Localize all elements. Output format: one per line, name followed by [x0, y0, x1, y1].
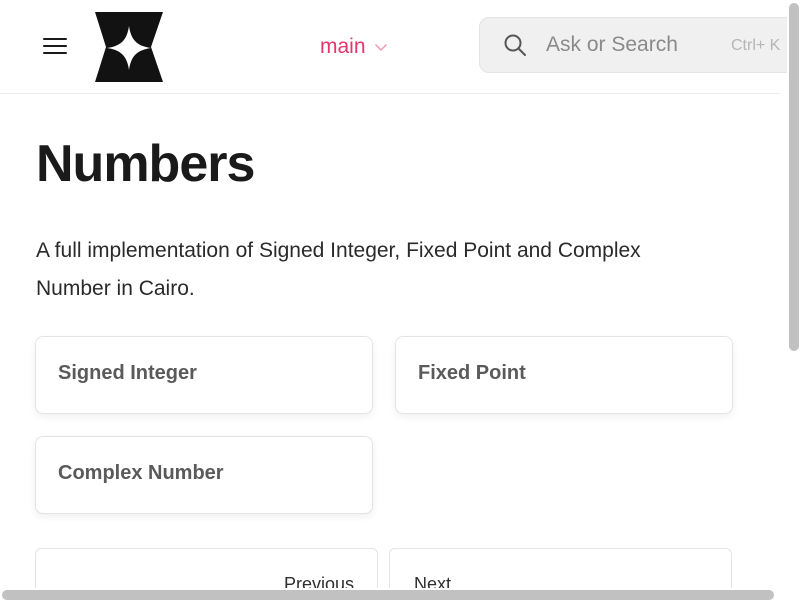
card-signed-integer[interactable]: Signed Integer — [35, 336, 373, 414]
hamburger-menu-icon[interactable] — [40, 34, 70, 60]
card-fixed-point[interactable]: Fixed Point — [395, 336, 733, 414]
page-title: Numbers — [36, 135, 255, 193]
horizontal-scrollbar-thumb[interactable] — [2, 590, 774, 600]
docs-page: main Ask or Search Ctrl+ K Numbers A ful… — [0, 0, 800, 600]
card-label: Fixed Point — [418, 362, 526, 384]
chevron-down-icon — [374, 43, 387, 52]
search-icon — [504, 34, 526, 56]
menu-line — [43, 38, 67, 40]
version-label: main — [320, 35, 366, 58]
version-selector[interactable]: main — [320, 33, 388, 61]
card-complex-number[interactable]: Complex Number — [35, 436, 373, 514]
four-point-star-logo[interactable] — [93, 12, 165, 82]
search-box[interactable]: Ask or Search Ctrl+ K — [479, 17, 800, 73]
card-label: Complex Number — [58, 462, 224, 484]
menu-line — [43, 52, 67, 54]
top-header: main Ask or Search Ctrl+ K — [0, 0, 800, 94]
card-label: Signed Integer — [58, 362, 197, 384]
menu-line — [43, 45, 67, 47]
search-shortcut-hint: Ctrl+ K — [731, 37, 781, 54]
page-description: A full implementation of Signed Integer,… — [36, 239, 641, 300]
search-placeholder: Ask or Search — [546, 33, 678, 56]
vertical-scrollbar-thumb[interactable] — [789, 3, 799, 351]
